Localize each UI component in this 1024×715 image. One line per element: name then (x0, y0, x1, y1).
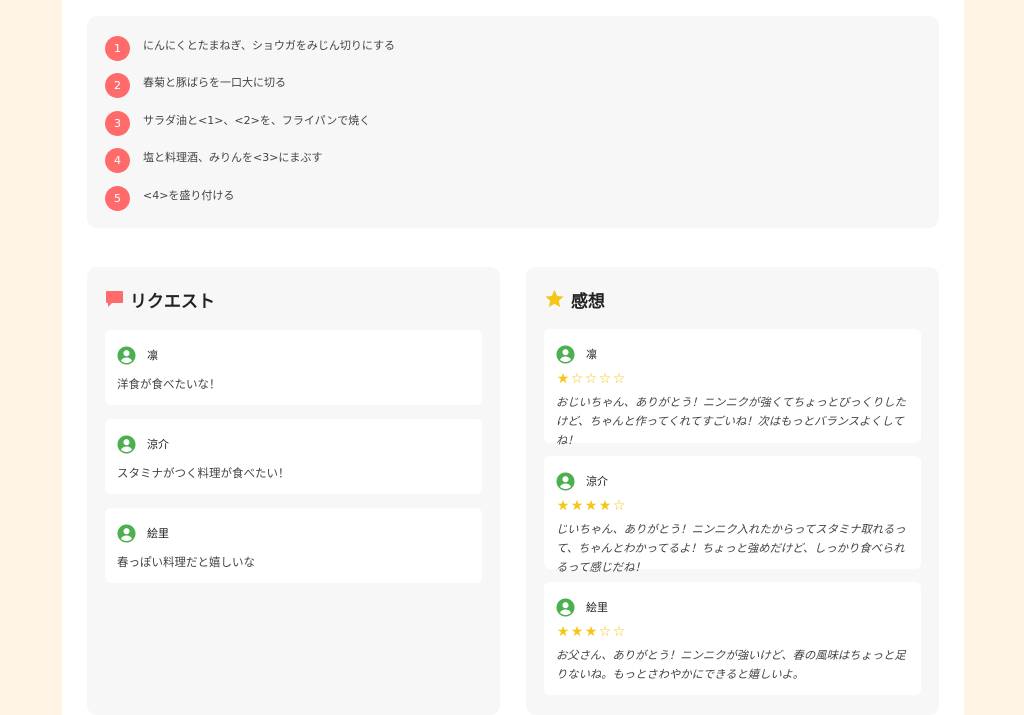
star-empty-icon: ☆ (612, 624, 626, 640)
step-item: 3 サラダ油と<1>、<2>を、フライパンで焼く (105, 110, 370, 136)
review-card: 凛 ★☆☆☆☆ おじいちゃん、ありがとう！ニンニクが強くてちょっとびっくりしたけ… (544, 329, 921, 447)
user-name: 涼介 (147, 438, 169, 451)
user-avatar-icon (556, 471, 575, 491)
step-item: 5 <4>を盛り付ける (105, 185, 234, 211)
star-filled-icon: ★ (598, 498, 612, 514)
step-number: 3 (105, 110, 130, 136)
request-text: 春っぽい料理だと嬉しいな (117, 555, 255, 569)
user-name: 凛 (147, 349, 158, 362)
star-rating: ★☆☆☆☆ (556, 372, 626, 386)
step-number: 4 (105, 147, 130, 173)
step-text: にんにくとたまねぎ、ショウガをみじん切りにする (143, 39, 396, 52)
reviews-panel: 感想 凛 ★☆☆☆☆ おじいちゃん、ありがとう！ニンニクが強くてちょっとびっくり… (526, 267, 939, 715)
user-name: 絵里 (586, 601, 608, 614)
user-avatar-icon (117, 523, 136, 543)
step-text: サラダ油と<1>、<2>を、フライパンで焼く (143, 114, 371, 127)
step-text: <4>を盛り付ける (143, 189, 235, 202)
requests-panel: リクエスト 凛 洋食が食べたいな！ 涼介 スタミナがつく料理が食べたい！ 絵里 … (87, 267, 500, 715)
star-filled-icon: ★ (584, 498, 598, 514)
review-text: おじいちゃん、ありがとう！ニンニクが強くてちょっとびっくりしたけど、ちゃんと作っ… (556, 396, 906, 447)
request-text: 洋食が食べたいな！ (117, 377, 221, 391)
step-text: 春菊と豚ばらを一口大に切る (143, 76, 286, 89)
user-row: 涼介 (117, 434, 169, 454)
star-empty-icon: ☆ (598, 624, 612, 640)
step-number: 5 (105, 185, 130, 211)
step-number: 2 (105, 72, 130, 98)
reviews-title: 感想 (544, 287, 605, 312)
review-card: 絵里 ★★★☆☆ お父さん、ありがとう！ニンニクが強いけど、春の風味はちょっと足… (544, 582, 921, 695)
user-name: 涼介 (586, 475, 608, 488)
star-empty-icon: ☆ (612, 371, 626, 387)
star-rating: ★★★★☆ (556, 499, 626, 513)
star-filled-icon: ★ (556, 498, 570, 514)
star-filled-icon: ★ (570, 624, 584, 640)
user-row: 絵里 (556, 597, 608, 617)
star-empty-icon: ☆ (598, 371, 612, 387)
star-empty-icon: ☆ (570, 371, 584, 387)
review-text: じいちゃん、ありがとう！ニンニク入れたからってスタミナ取れるって、ちゃんとわかっ… (556, 523, 906, 574)
star-filled-icon: ★ (556, 371, 570, 387)
step-text: 塩と料理酒、みりんを<3>にまぶす (143, 151, 323, 164)
request-card: 絵里 春っぽい料理だと嬉しいな (105, 508, 482, 583)
user-name: 凛 (586, 348, 597, 361)
star-empty-icon: ☆ (584, 371, 598, 387)
user-name: 絵里 (147, 527, 169, 540)
star-filled-icon: ★ (556, 624, 570, 640)
star-icon (544, 289, 565, 309)
user-row: 絵里 (117, 523, 169, 543)
user-avatar-icon (556, 344, 575, 364)
reviews-title-text: 感想 (571, 291, 605, 312)
user-avatar-icon (117, 434, 136, 454)
page-content: 1 にんにくとたまねぎ、ショウガをみじん切りにする 2 春菊と豚ばらを一口大に切… (62, 0, 964, 715)
star-filled-icon: ★ (570, 498, 584, 514)
requests-title: リクエスト (105, 287, 215, 312)
requests-title-text: リクエスト (130, 291, 215, 312)
star-empty-icon: ☆ (612, 498, 626, 514)
step-number: 1 (105, 35, 130, 61)
user-avatar-icon (556, 597, 575, 617)
review-card: 涼介 ★★★★☆ じいちゃん、ありがとう！ニンニク入れたからってスタミナ取れるっ… (544, 456, 921, 574)
request-card: 凛 洋食が食べたいな！ (105, 330, 482, 405)
user-row: 凛 (556, 344, 597, 364)
request-card: 涼介 スタミナがつく料理が食べたい！ (105, 419, 482, 494)
user-row: 凛 (117, 345, 158, 365)
step-item: 4 塩と料理酒、みりんを<3>にまぶす (105, 147, 322, 173)
user-avatar-icon (117, 345, 136, 365)
step-item: 2 春菊と豚ばらを一口大に切る (105, 72, 286, 98)
user-row: 涼介 (556, 471, 608, 491)
chat-bubble-icon (105, 290, 124, 308)
recipe-steps: 1 にんにくとたまねぎ、ショウガをみじん切りにする 2 春菊と豚ばらを一口大に切… (87, 16, 939, 228)
star-filled-icon: ★ (584, 624, 598, 640)
review-text: お父さん、ありがとう！ニンニクが強いけど、春の風味はちょっと足りないね。もっとさ… (556, 649, 906, 681)
request-text: スタミナがつく料理が食べたい！ (117, 466, 290, 480)
star-rating: ★★★☆☆ (556, 625, 626, 639)
step-item: 1 にんにくとたまねぎ、ショウガをみじん切りにする (105, 35, 395, 61)
